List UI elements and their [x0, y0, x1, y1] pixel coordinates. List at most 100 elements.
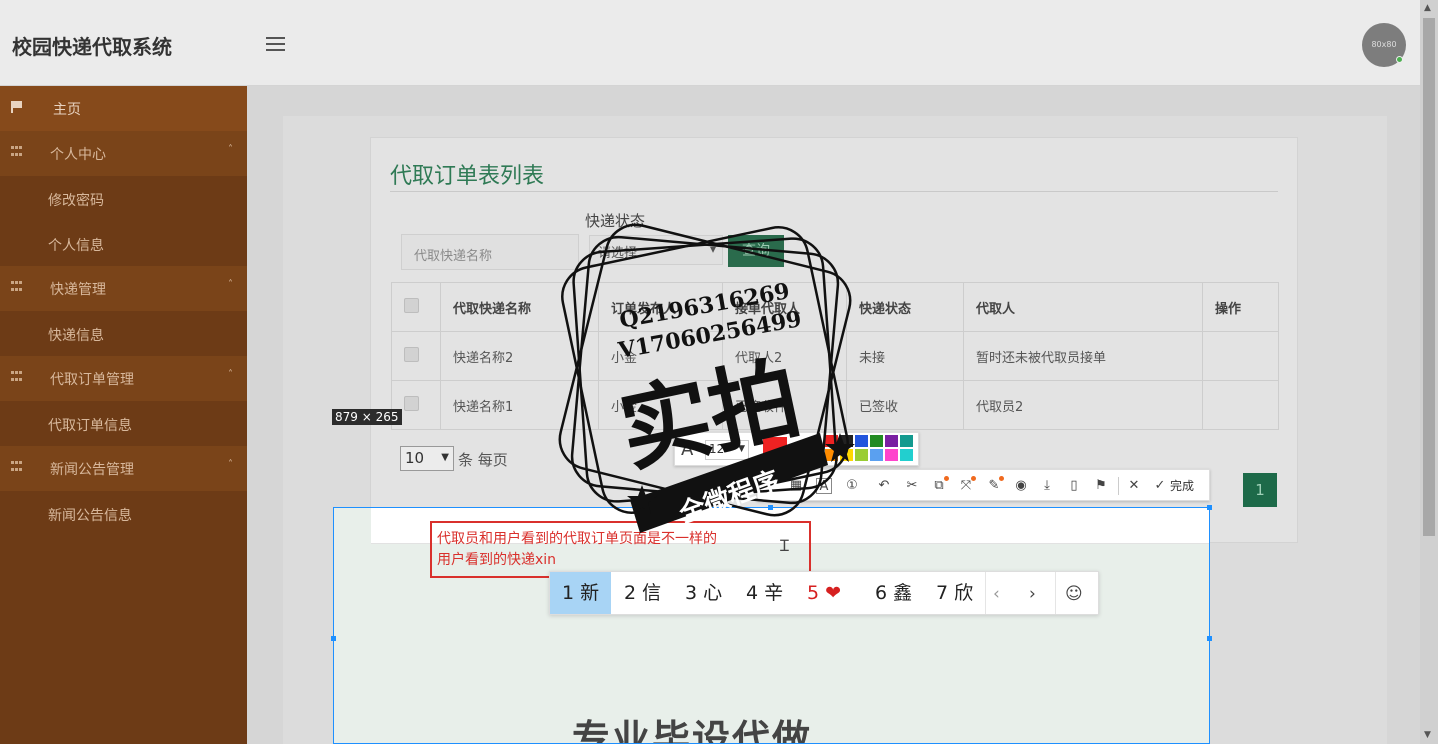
caret-up-icon: ˄: [228, 279, 233, 290]
ime-candidate[interactable]: 7 欣: [924, 572, 985, 614]
ime-candidate-bar: 1 新 2 信 3 心 4 辛 5 ❤ 6 鑫 7 欣 ‹ › ☺: [549, 571, 1099, 615]
record-icon[interactable]: ◉: [1013, 478, 1029, 494]
ime-candidate[interactable]: 6 鑫: [863, 572, 924, 614]
query-button[interactable]: 查询: [728, 235, 784, 267]
sidebar-item-order-info[interactable]: 代取订单信息: [48, 415, 132, 435]
color-swatch[interactable]: [885, 435, 898, 447]
sidebar-item-personal-info[interactable]: 个人信息: [48, 235, 104, 255]
mosaic-icon[interactable]: ▦: [788, 478, 804, 494]
color-swatch[interactable]: [855, 435, 868, 447]
ime-divider: [1055, 572, 1056, 614]
text-style-toolbar: A 12 ▼: [674, 432, 919, 466]
sidebar-item-express-info[interactable]: 快递信息: [48, 325, 104, 345]
chevron-right-icon[interactable]: ›: [1029, 584, 1036, 604]
table-cell: 代取人2: [722, 331, 847, 381]
sidebar: 主页 个人中心 ˄ 修改密码 个人信息 快递管理 ˄ 快递信息 代取订单管理 ˄…: [0, 86, 247, 744]
pagination-page-button[interactable]: 1: [1243, 473, 1277, 507]
row-checkbox[interactable]: [404, 346, 419, 362]
text-cursor-icon: Ɪ: [780, 536, 789, 555]
scrollbar-thumb[interactable]: [1423, 18, 1435, 536]
title-divider: [390, 191, 1278, 192]
table-cell: 暂时还未被代取员接单: [963, 331, 1203, 381]
text-annotation[interactable]: 代取员和用户看到的代取订单页面是不一样的 用户看到的快递xin: [437, 529, 807, 571]
ime-candidate[interactable]: 3 心: [673, 572, 734, 614]
ime-candidate[interactable]: 5 ❤: [795, 572, 853, 614]
chevron-down-icon: ▼: [738, 444, 745, 454]
screenshot-toolbar: ▦ A ① ↶ ✂ ⧉ ⤧ ✎ ◉ ⤓ ▯ ⚑ ✕ ✓ 完成: [757, 469, 1210, 501]
online-status-dot: [1396, 56, 1403, 63]
status-select-value: 请选择: [598, 246, 638, 261]
color-swatch[interactable]: [840, 449, 853, 461]
selection-headline: 专业毕设代做: [572, 717, 813, 744]
table-row: 快递名称2 小金 代取人2 未接 暂时还未被代取员接单: [391, 331, 1279, 381]
sidebar-group-news-management[interactable]: 新闻公告管理 ˄: [0, 446, 247, 491]
font-size-select[interactable]: 12 ▼: [705, 440, 749, 460]
table-cell: 小金: [598, 380, 723, 430]
row-checkbox[interactable]: [404, 395, 419, 411]
ime-candidate[interactable]: 2 信: [612, 572, 673, 614]
caret-up-icon: ˄: [228, 459, 233, 470]
new-badge: [999, 476, 1004, 481]
check-icon[interactable]: ✓: [1152, 478, 1168, 494]
sidebar-group-order-management[interactable]: 代取订单管理 ˄: [0, 356, 247, 401]
column-header: 订单发布人: [598, 282, 723, 332]
caret-up-icon: ˄: [228, 144, 233, 155]
page-size-select[interactable]: 10 ▼: [400, 446, 454, 471]
font-icon[interactable]: A: [681, 439, 693, 460]
color-swatch[interactable]: [840, 435, 853, 447]
sidebar-item-label: 个人中心: [50, 147, 106, 163]
download-icon[interactable]: ⤓: [1039, 478, 1055, 494]
scissors-icon[interactable]: ✂: [904, 478, 920, 494]
table-header-row: 代取快递名称 订单发布人 接单代取人 快递状态 代取人 操作: [391, 282, 1279, 332]
resize-handle[interactable]: [1207, 636, 1212, 641]
sidebar-item-change-password[interactable]: 修改密码: [48, 190, 104, 210]
ime-candidate[interactable]: 1 新: [550, 572, 612, 614]
resize-handle[interactable]: [768, 505, 773, 510]
sidebar-group-express-management[interactable]: 快递管理 ˄: [0, 266, 247, 311]
row-select-cell: [391, 331, 441, 381]
search-input[interactable]: 代取快递名称: [401, 234, 579, 270]
chevron-down-icon: ▼: [441, 452, 449, 463]
color-swatch[interactable]: [900, 449, 913, 461]
phone-icon[interactable]: ▯: [1066, 478, 1082, 494]
chevron-left-icon[interactable]: ‹: [993, 584, 1000, 604]
column-header: 代取快递名称: [440, 282, 599, 332]
selected-color-swatch[interactable]: [763, 437, 787, 461]
done-button[interactable]: 完成: [1170, 477, 1194, 494]
new-badge: [944, 476, 949, 481]
resize-handle[interactable]: [331, 636, 336, 641]
status-filter-label: 快递状态: [585, 212, 646, 230]
color-swatch[interactable]: [870, 435, 883, 447]
column-header: 接单代取人: [722, 282, 847, 332]
text-tool-icon[interactable]: A: [816, 478, 832, 494]
emoji-icon[interactable]: ☺: [1065, 584, 1083, 604]
annotation-line: 代取员和用户看到的代取订单页面是不一样的: [437, 531, 717, 547]
sidebar-item-news-info[interactable]: 新闻公告信息: [48, 505, 132, 525]
top-header: 校园快递代取系统 80x80: [0, 0, 1420, 86]
ime-candidate[interactable]: 4 辛: [734, 572, 795, 614]
scroll-down-arrow-icon[interactable]: ▼: [1424, 730, 1431, 740]
select-all-checkbox[interactable]: [404, 297, 419, 313]
vertical-scrollbar[interactable]: ▲ ▼: [1420, 0, 1438, 744]
hamburger-menu-icon[interactable]: [266, 37, 285, 51]
color-swatch[interactable]: [885, 449, 898, 461]
color-swatch[interactable]: [855, 449, 868, 461]
undo-icon[interactable]: ↶: [876, 478, 892, 494]
sidebar-item-home[interactable]: 主页: [0, 86, 247, 131]
resize-handle[interactable]: [1207, 505, 1212, 510]
number-marker-icon[interactable]: ①: [844, 478, 860, 494]
color-swatch[interactable]: [825, 435, 838, 447]
grid-icon: [11, 371, 25, 383]
sidebar-group-personal-center[interactable]: 个人中心 ˄: [0, 131, 247, 176]
table-cell: 代取员2: [963, 380, 1203, 430]
close-icon[interactable]: ✕: [1126, 478, 1142, 494]
color-swatch[interactable]: [870, 449, 883, 461]
bookmark-icon[interactable]: ⚑: [1093, 478, 1109, 494]
grid-icon: [11, 461, 25, 473]
color-swatch[interactable]: [900, 435, 913, 447]
status-select[interactable]: 请选择 ▾: [589, 235, 723, 265]
color-swatch[interactable]: [825, 449, 838, 461]
table-cell: 快递名称2: [440, 331, 599, 381]
table-cell: 已签收件: [722, 380, 847, 430]
scroll-up-arrow-icon[interactable]: ▲: [1424, 3, 1431, 13]
